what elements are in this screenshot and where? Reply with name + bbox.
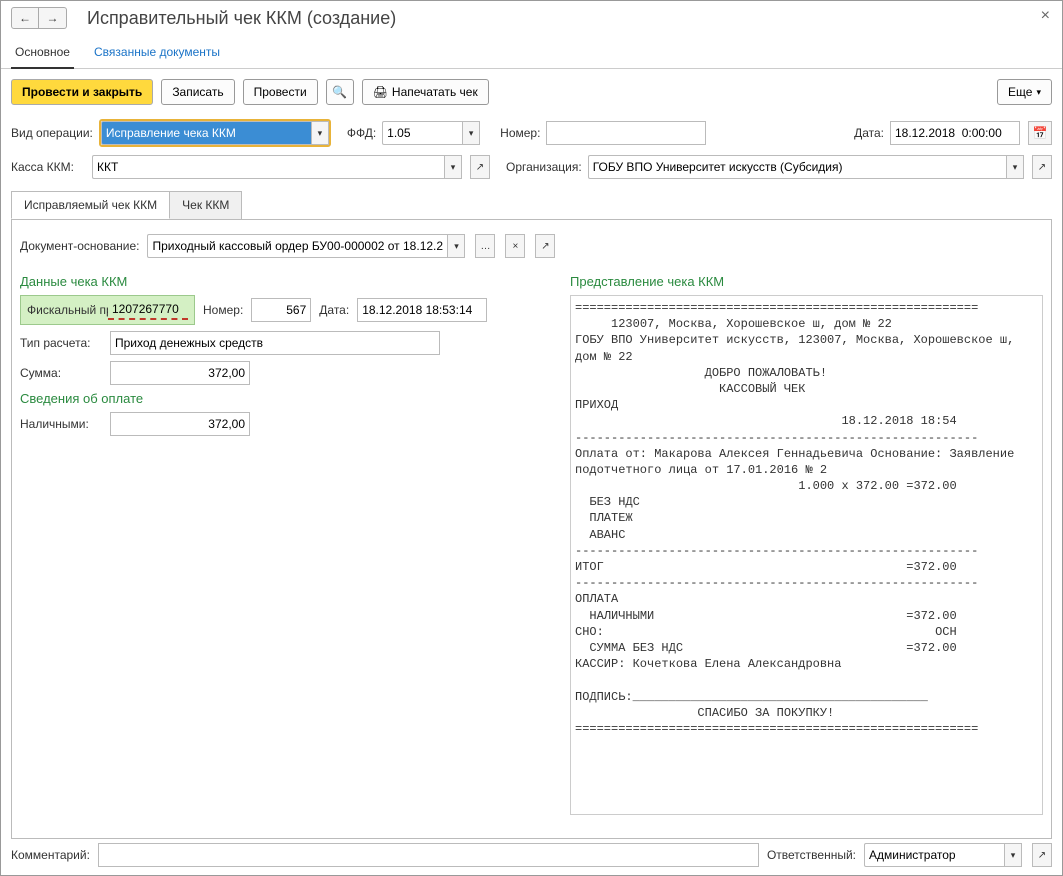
- sum-input[interactable]: [110, 361, 250, 385]
- ffd-label: ФФД:: [347, 126, 376, 140]
- basis-select-button[interactable]: …: [475, 234, 495, 258]
- post-button[interactable]: Провести: [243, 79, 318, 105]
- ffd-dropdown[interactable]: ▾: [462, 121, 480, 145]
- responsible-open-button[interactable]: ↗: [1032, 843, 1052, 867]
- op-type-dropdown[interactable]: ▾: [311, 121, 329, 145]
- kassa-label: Касса ККМ:: [11, 160, 86, 174]
- fiscal-input[interactable]: [108, 300, 188, 320]
- page-title: Исправительный чек ККМ (создание): [87, 8, 1052, 29]
- post-and-close-button[interactable]: Провести и закрыть: [11, 79, 153, 105]
- responsible-label: Ответственный:: [767, 848, 856, 862]
- comment-label: Комментарий:: [11, 848, 90, 862]
- date-label: Дата:: [854, 126, 884, 140]
- print-check-button[interactable]: 🖨 Напечатать чек: [362, 79, 489, 105]
- chevron-down-icon: ▾: [1036, 87, 1041, 98]
- org-label: Организация:: [506, 160, 582, 174]
- section-check-data: Данные чека ККМ: [20, 274, 560, 289]
- check-number-input[interactable]: [251, 298, 311, 322]
- number-label: Номер:: [500, 126, 540, 140]
- comment-input[interactable]: [98, 843, 759, 867]
- nav-forward-button[interactable]: →: [39, 7, 67, 29]
- receipt-text: ========================================…: [575, 300, 1038, 737]
- basis-label: Документ-основание:: [20, 239, 139, 253]
- op-type-label: Вид операции:: [11, 126, 93, 140]
- org-dropdown[interactable]: ▾: [1006, 155, 1024, 179]
- kassa-dropdown[interactable]: ▾: [444, 155, 462, 179]
- tab-main[interactable]: Основное: [11, 39, 74, 69]
- calendar-button[interactable]: 📅: [1028, 121, 1052, 145]
- calc-type-input[interactable]: [110, 331, 440, 355]
- fiscal-label: Фискальный признак:: [27, 303, 102, 317]
- more-label: Еще: [1008, 85, 1032, 99]
- cash-input[interactable]: [110, 412, 250, 436]
- section-payment-info: Сведения об оплате: [20, 391, 560, 406]
- sum-label: Сумма:: [20, 366, 102, 380]
- section-receipt-view: Представление чека ККМ: [570, 274, 1043, 289]
- search-button[interactable]: 🔍: [326, 79, 354, 105]
- responsible-dropdown[interactable]: ▾: [1004, 843, 1022, 867]
- tab-corrected-check[interactable]: Исправляемый чек ККМ: [11, 191, 170, 219]
- number-input[interactable]: [546, 121, 706, 145]
- date-input[interactable]: [890, 121, 1020, 145]
- check-date-input[interactable]: [357, 298, 487, 322]
- op-type-input[interactable]: [101, 121, 311, 145]
- tab-check[interactable]: Чек ККМ: [170, 191, 242, 219]
- org-open-button[interactable]: ↗: [1032, 155, 1052, 179]
- responsible-input[interactable]: [864, 843, 1004, 867]
- nav-back-button[interactable]: ←: [11, 7, 39, 29]
- save-button[interactable]: Записать: [161, 79, 234, 105]
- check-date-label: Дата:: [319, 303, 349, 317]
- org-input[interactable]: [588, 155, 1006, 179]
- basis-input[interactable]: [147, 234, 447, 258]
- calendar-icon: 📅: [1033, 126, 1048, 140]
- kassa-input[interactable]: [92, 155, 444, 179]
- ffd-input[interactable]: [382, 121, 462, 145]
- basis-dropdown[interactable]: ▾: [447, 234, 465, 258]
- check-number-label: Номер:: [203, 303, 243, 317]
- calc-type-label: Тип расчета:: [20, 336, 102, 350]
- printer-icon: 🖨: [373, 85, 388, 99]
- basis-open-button[interactable]: ↗: [535, 234, 555, 258]
- search-icon: 🔍: [332, 85, 347, 99]
- tab-linked-docs[interactable]: Связанные документы: [90, 39, 224, 68]
- print-label: Напечатать чек: [392, 85, 478, 99]
- close-icon[interactable]: ×: [1041, 7, 1050, 25]
- more-button[interactable]: Еще ▾: [997, 79, 1052, 105]
- kassa-open-button[interactable]: ↗: [470, 155, 490, 179]
- basis-clear-button[interactable]: ×: [505, 234, 525, 258]
- cash-label: Наличными:: [20, 417, 102, 431]
- receipt-preview[interactable]: ========================================…: [570, 295, 1043, 815]
